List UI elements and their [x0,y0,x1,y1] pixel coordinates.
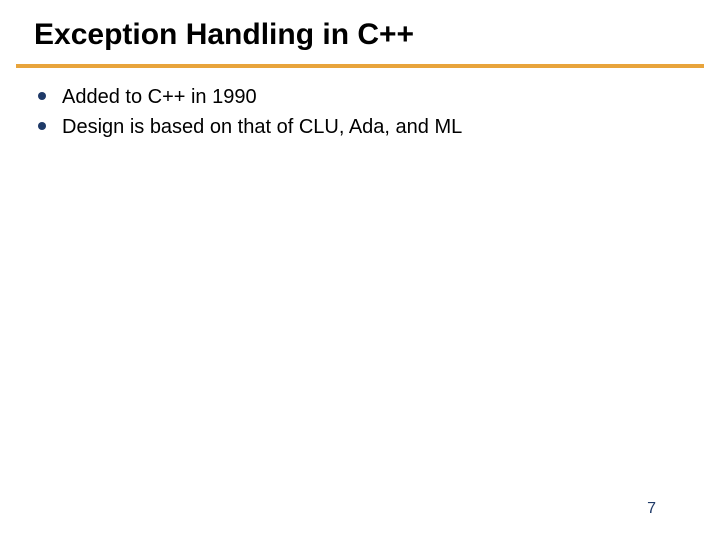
list-item: Added to C++ in 1990 [38,84,682,110]
page-number: 7 [647,500,656,518]
content-area: Added to C++ in 1990 Design is based on … [38,84,682,144]
list-item: Design is based on that of CLU, Ada, and… [38,114,682,140]
bullet-icon [38,92,46,100]
bullet-icon [38,122,46,130]
slide: Exception Handling in C++ Added to C++ i… [0,0,720,540]
bullet-text: Added to C++ in 1990 [62,84,257,110]
bullet-text: Design is based on that of CLU, Ada, and… [62,114,462,140]
slide-title: Exception Handling in C++ [34,18,414,52]
title-underline [16,64,704,68]
